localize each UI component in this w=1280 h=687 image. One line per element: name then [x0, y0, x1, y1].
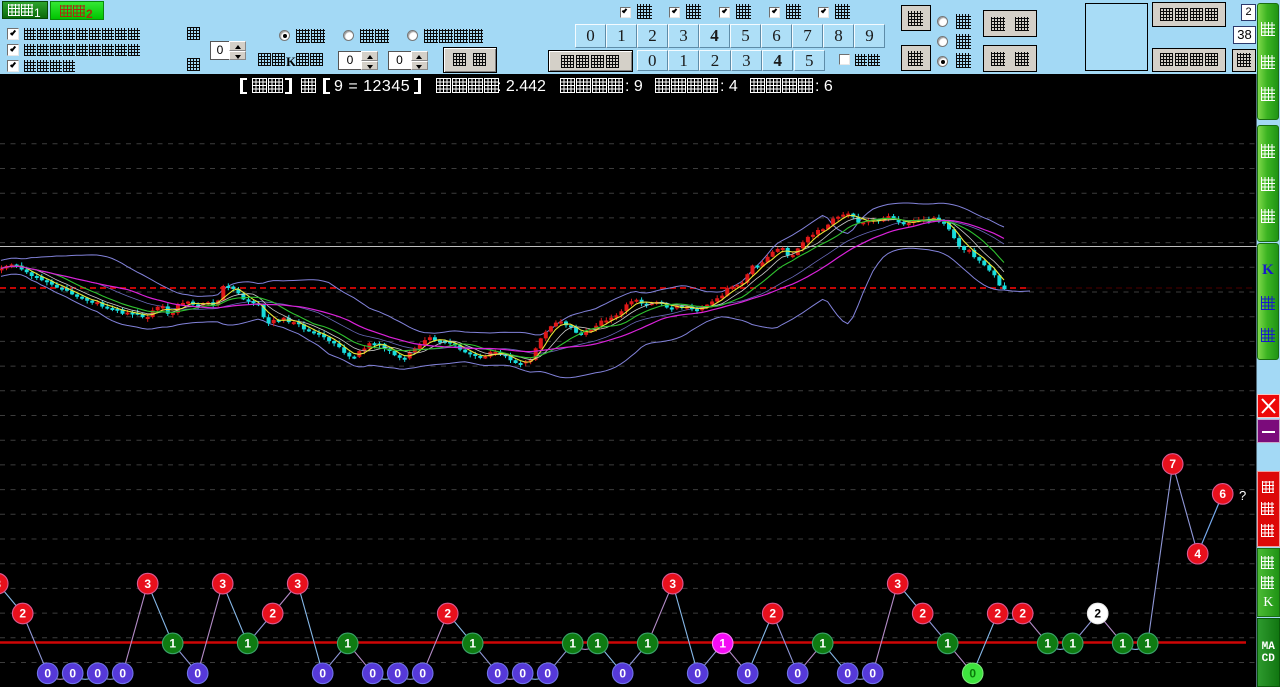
svg-text:0: 0 [619, 667, 626, 681]
svg-text:1: 1 [244, 637, 251, 651]
svg-text:1: 1 [1119, 637, 1126, 651]
svg-text:1: 1 [469, 637, 476, 651]
svg-text:1: 1 [644, 637, 651, 651]
svg-text:0: 0 [44, 667, 51, 681]
svg-text:0: 0 [394, 667, 401, 681]
svg-text:2: 2 [919, 607, 926, 621]
svg-text:0: 0 [69, 667, 76, 681]
svg-text:3: 3 [294, 577, 301, 591]
svg-text:2: 2 [769, 607, 776, 621]
svg-text:3: 3 [219, 577, 226, 591]
svg-text:2: 2 [1094, 607, 1101, 621]
svg-text:1: 1 [719, 637, 726, 651]
svg-text:2: 2 [444, 607, 451, 621]
svg-text:2: 2 [269, 607, 276, 621]
svg-text:2: 2 [994, 607, 1001, 621]
svg-text:0: 0 [494, 667, 501, 681]
svg-text:0: 0 [419, 667, 426, 681]
svg-text:1: 1 [569, 637, 576, 651]
svg-text:0: 0 [319, 667, 326, 681]
svg-text:2: 2 [19, 607, 26, 621]
svg-text:3: 3 [669, 577, 676, 591]
svg-text:0: 0 [119, 667, 126, 681]
svg-text:7: 7 [1169, 457, 1176, 471]
svg-text:1: 1 [1144, 637, 1151, 651]
svg-text:1: 1 [169, 637, 176, 651]
svg-text:?: ? [1239, 488, 1246, 503]
svg-text:0: 0 [369, 667, 376, 681]
svg-text:1: 1 [344, 637, 351, 651]
svg-text:1: 1 [819, 637, 826, 651]
svg-text:3: 3 [894, 577, 901, 591]
svg-text:1: 1 [1044, 637, 1051, 651]
svg-text:2: 2 [1019, 607, 1026, 621]
svg-text:0: 0 [194, 667, 201, 681]
svg-text:1: 1 [594, 637, 601, 651]
svg-text:4: 4 [1194, 547, 1201, 561]
svg-text:3: 3 [144, 577, 151, 591]
svg-text:0: 0 [544, 667, 551, 681]
svg-text:0: 0 [794, 667, 801, 681]
svg-text:0: 0 [844, 667, 851, 681]
svg-text:0: 0 [969, 667, 976, 681]
svg-text:6: 6 [1219, 487, 1226, 501]
svg-text:1: 1 [1069, 637, 1076, 651]
svg-text:0: 0 [694, 667, 701, 681]
svg-text:0: 0 [94, 667, 101, 681]
svg-text:0: 0 [869, 667, 876, 681]
svg-text:0: 0 [519, 667, 526, 681]
svg-text:0: 0 [744, 667, 751, 681]
svg-text:1: 1 [944, 637, 951, 651]
